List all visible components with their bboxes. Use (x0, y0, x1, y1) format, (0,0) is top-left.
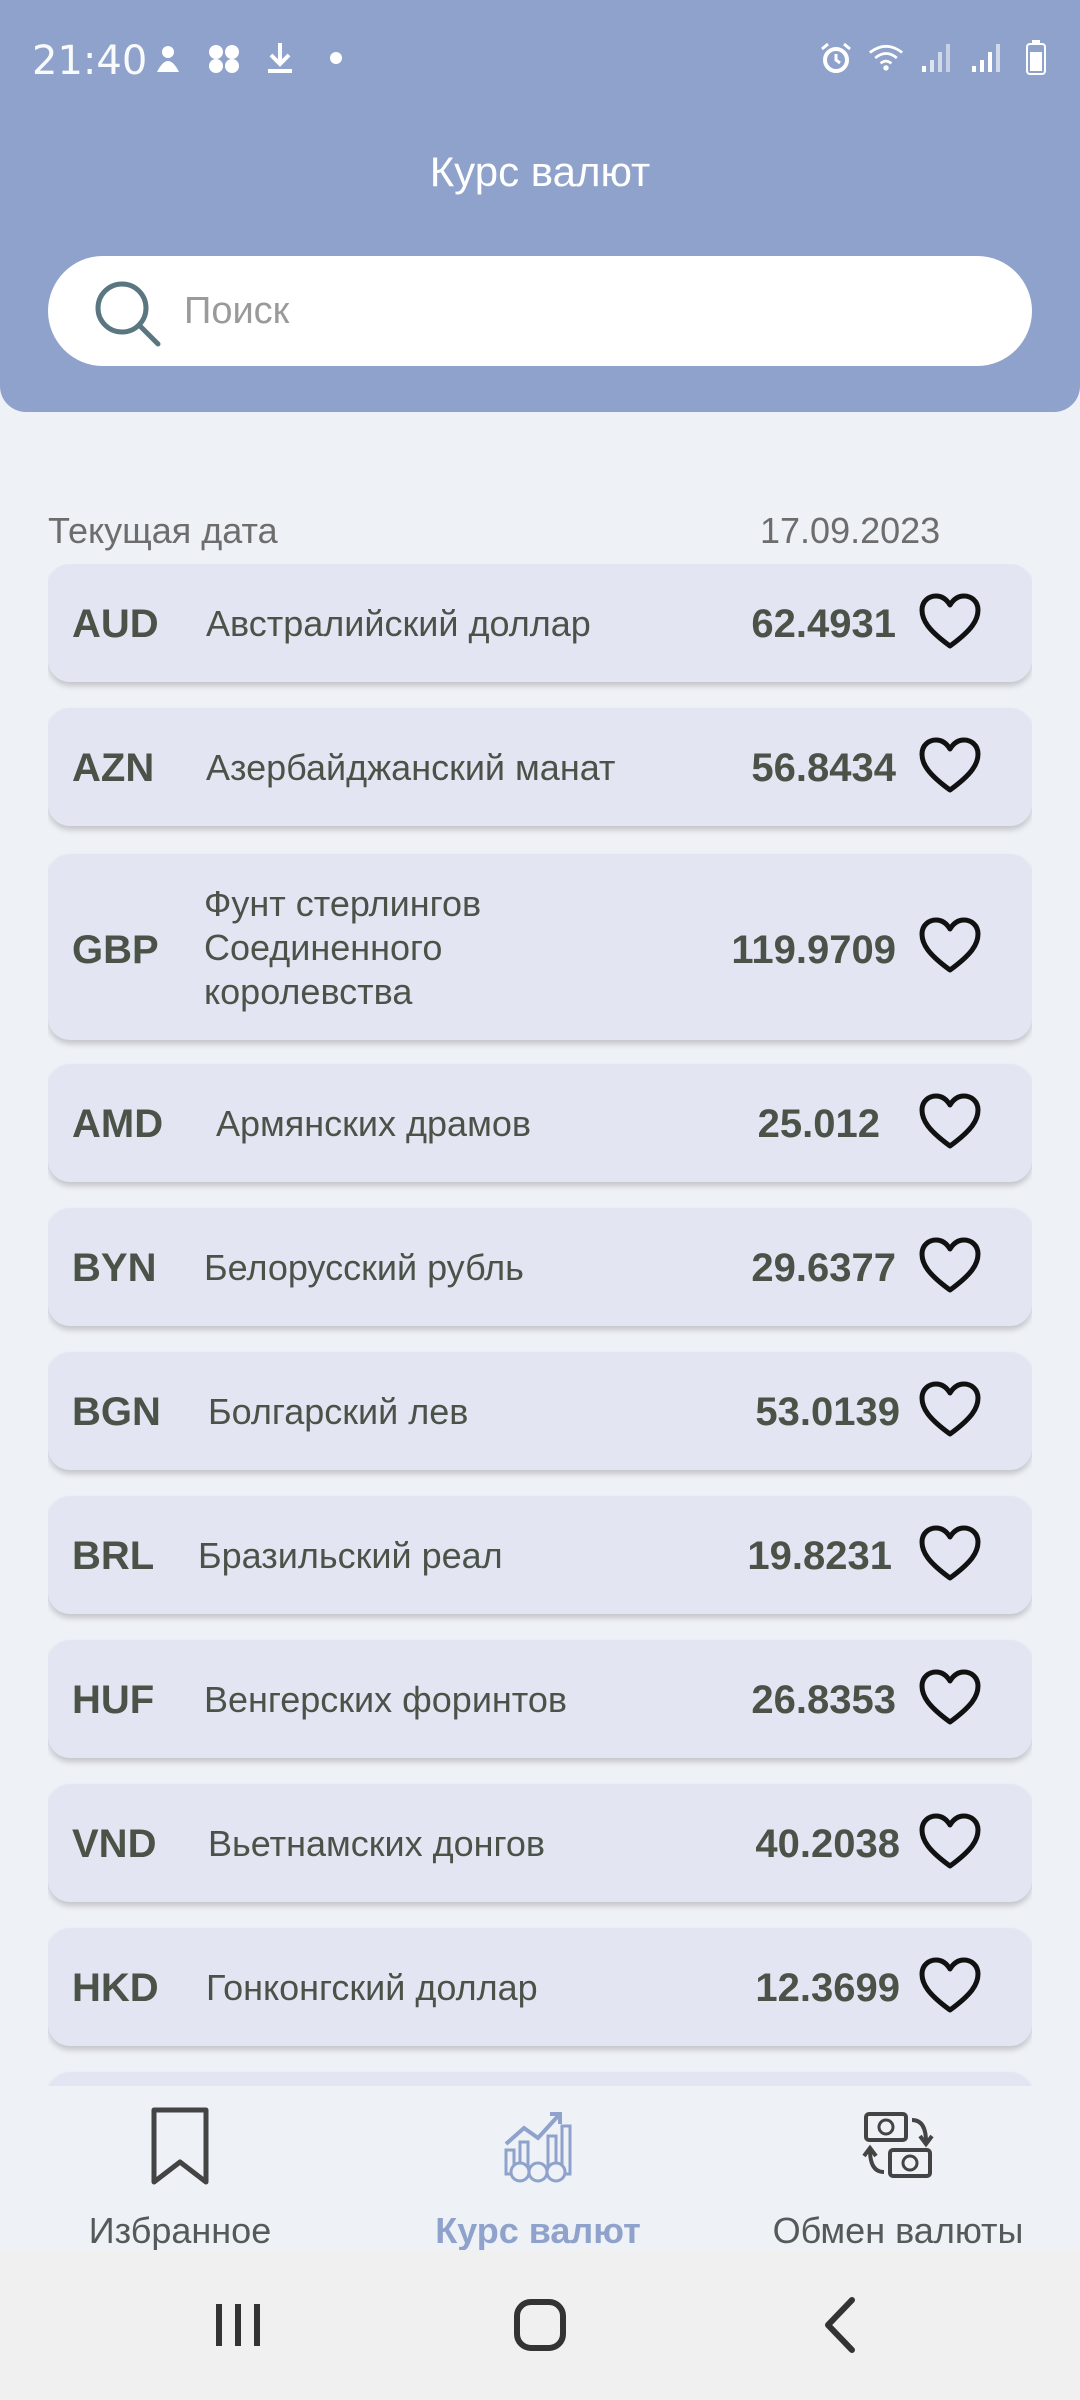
favorite-heart-icon[interactable] (918, 1956, 982, 2016)
currency-row-bgn[interactable]: BGN Болгарский лев 53.0139 (48, 1352, 1032, 1470)
currency-code: HUF (72, 1678, 155, 1722)
currency-name: Венгерских форинтов (204, 1679, 568, 1720)
currency-rate: 25.012 (757, 1102, 880, 1146)
currency-code: AZN (72, 746, 155, 790)
download-icon (262, 40, 298, 76)
currency-name: Фунт стерлингов Соединенного королевства (204, 883, 482, 1012)
system-navigation-bar (0, 2250, 1080, 2400)
signal-icon-1 (918, 40, 954, 76)
status-time: 21:40 (32, 38, 148, 84)
favorite-heart-icon[interactable] (918, 736, 982, 796)
currency-list[interactable]: AUD Австралийский доллар 62.4931 AZN Азе… (48, 564, 1032, 2086)
status-bar: 21:40 (0, 0, 1080, 120)
currency-row-amd[interactable]: AMD Армянских драмов 25.012 (48, 1064, 1032, 1182)
search-input[interactable] (184, 276, 1004, 346)
chart-currency-icon (504, 2112, 572, 2183)
signal-icon-2 (968, 40, 1004, 76)
currency-name: Австралийский доллар (206, 603, 591, 644)
favorite-heart-icon[interactable] (918, 1668, 982, 1728)
wifi-icon (868, 40, 904, 76)
nav-label-rates: Курс валют (435, 2210, 641, 2251)
notification-dots-icon (206, 40, 242, 76)
favorite-heart-icon[interactable] (918, 916, 982, 976)
bottom-navigation: Избранное Курс валют Обмен валюты (0, 2086, 1080, 2251)
status-system-icons (818, 40, 1054, 76)
date-value: 17.09.2023 (760, 510, 941, 551)
currency-rate: 56.8434 (751, 746, 896, 790)
currency-rate: 53.0139 (755, 1390, 900, 1434)
favorite-heart-icon[interactable] (918, 592, 982, 652)
favorite-heart-icon[interactable] (918, 1812, 982, 1872)
currency-name: Бразильский реал (198, 1535, 503, 1576)
currency-rate: 29.6377 (751, 1246, 896, 1290)
nav-item-favorites[interactable]: Избранное (0, 2106, 360, 2251)
currency-name: Болгарский лев (208, 1391, 469, 1432)
exchange-icon (862, 2112, 934, 2178)
currency-name: Азербайджанский манат (206, 747, 616, 788)
currency-name: Вьетнамских донгов (208, 1823, 545, 1864)
search-bar[interactable] (48, 256, 1032, 366)
app-header: 21:40 Курс валют Поиск (0, 0, 1080, 412)
currency-row-partial[interactable] (48, 2072, 1032, 2086)
favorite-heart-icon[interactable] (918, 1524, 982, 1584)
currency-code: HKD (72, 1966, 159, 2010)
currency-row-hkd[interactable]: HKD Гонконгский доллар 12.3699 (48, 1928, 1032, 2046)
currency-name: Гонконгский доллар (206, 1967, 538, 2008)
currency-code: BGN (72, 1390, 161, 1434)
currency-code: GBP (72, 928, 159, 972)
current-date-row: Текущая дата 17.09.2023 (48, 510, 948, 554)
currency-row-aud[interactable]: AUD Австралийский доллар 62.4931 (48, 564, 1032, 682)
currency-code: AUD (72, 602, 159, 646)
alarm-icon (818, 40, 854, 76)
date-label: Текущая дата (48, 510, 278, 551)
currency-row-brl[interactable]: BRL Бразильский реал 19.8231 (48, 1496, 1032, 1614)
currency-code: VND (72, 1822, 157, 1866)
currency-row-gbp[interactable]: GBP Фунт стерлингов Соединенного королев… (48, 854, 1032, 1040)
battery-icon (1018, 40, 1054, 76)
back-icon[interactable] (802, 2290, 882, 2360)
recent-apps-icon[interactable] (198, 2290, 278, 2360)
currency-row-azn[interactable]: AZN Азербайджанский манат 56.8434 (48, 708, 1032, 826)
currency-rate: 40.2038 (755, 1822, 900, 1866)
bookmark-icon (151, 2107, 209, 2185)
dot-icon (318, 40, 354, 76)
currency-rate: 26.8353 (751, 1678, 896, 1722)
search-icon (95, 281, 161, 347)
currency-rate: 12.3699 (755, 1966, 900, 2010)
currency-row-vnd[interactable]: VND Вьетнамских донгов 40.2038 (48, 1784, 1032, 1902)
nav-label-favorites: Избранное (88, 2210, 272, 2251)
nav-label-exchange: Обмен валюты (772, 2210, 1024, 2251)
currency-code: AMD (72, 1102, 164, 1146)
page-title: Курс валют (429, 148, 651, 195)
currency-rate: 119.9709 (731, 928, 896, 972)
currency-rate: 62.4931 (751, 602, 896, 646)
status-notification-icons (150, 40, 354, 76)
nav-item-rates[interactable]: Курс валют (358, 2106, 718, 2251)
nav-item-exchange[interactable]: Обмен валюты (718, 2106, 1078, 2251)
currency-row-huf[interactable]: HUF Венгерских форинтов 26.8353 (48, 1640, 1032, 1758)
currency-code: BRL (72, 1534, 155, 1578)
currency-code: BYN (72, 1246, 157, 1290)
favorite-heart-icon[interactable] (918, 1092, 982, 1152)
home-icon[interactable] (500, 2290, 580, 2360)
currency-row-byn[interactable]: BYN Белорусский рубль 29.6377 (48, 1208, 1032, 1326)
notification-app-icon (150, 40, 186, 76)
favorite-heart-icon[interactable] (918, 1380, 982, 1440)
currency-name: Белорусский рубль (204, 1247, 524, 1288)
currency-rate: 19.8231 (747, 1534, 892, 1578)
currency-name: Армянских драмов (216, 1103, 531, 1144)
favorite-heart-icon[interactable] (918, 1236, 982, 1296)
